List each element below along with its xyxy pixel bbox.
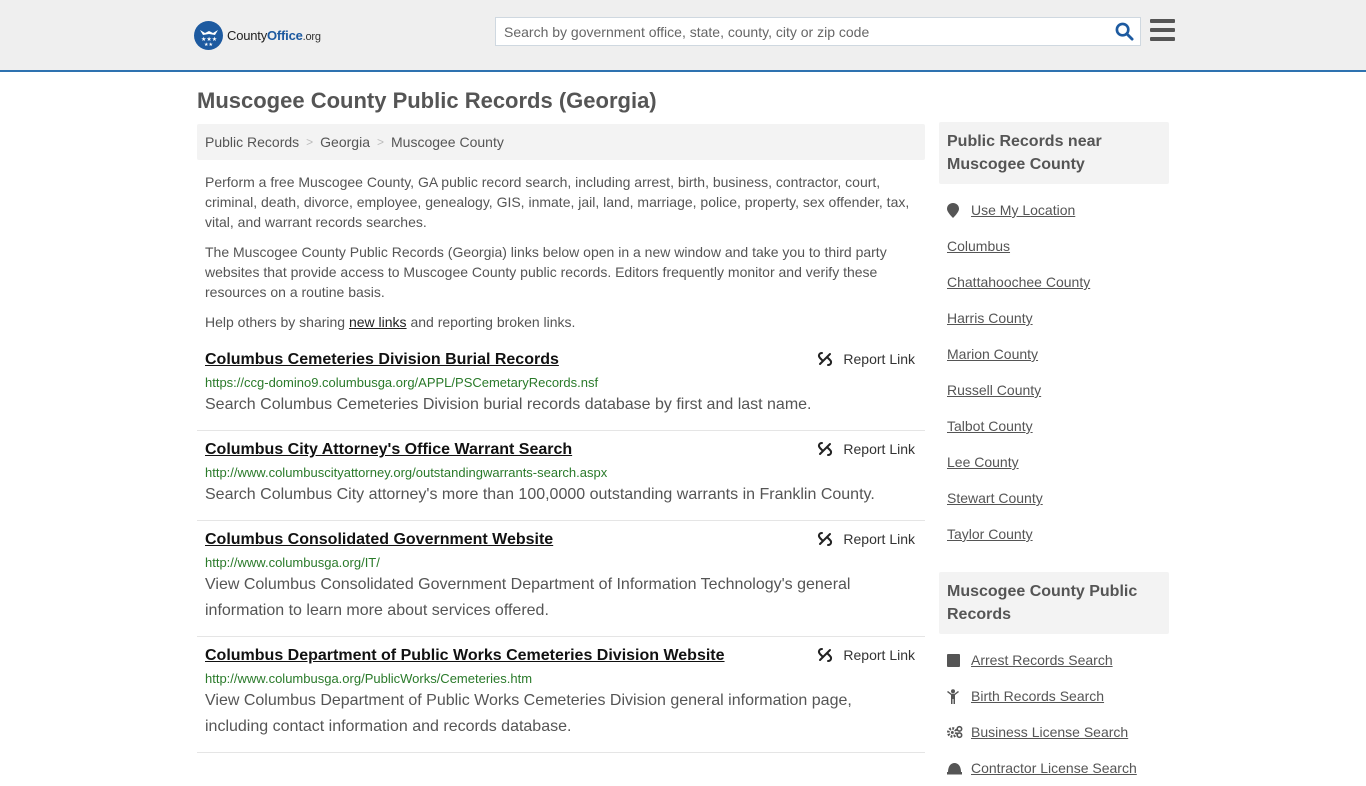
nearby-link-stewart-county[interactable]: Stewart County [947,490,1043,506]
breadcrumb-muscogee-county[interactable]: Muscogee County [391,134,504,150]
hard-hat-icon [947,761,963,775]
child-icon [947,688,963,704]
result-title-link[interactable]: Columbus Cemeteries Division Burial Reco… [205,350,559,370]
result-item: Columbus Department of Public Works Ceme… [197,646,925,753]
county-records-heading: Muscogee County Public Records [939,572,1169,634]
sidebar-item-nearby: Marion County [947,336,1161,372]
menu-bar-icon [1150,28,1175,32]
page-title: Muscogee County Public Records (Georgia) [197,88,657,113]
search-button[interactable] [1108,18,1140,45]
nearby-link-lee-county[interactable]: Lee County [947,454,1019,470]
result-url[interactable]: http://www.columbusga.org/PublicWorks/Ce… [205,670,917,688]
menu-bar-icon [1150,19,1175,23]
county-records-list: Arrest Records Search Birth Records Sear… [939,642,1169,786]
logo-text: CountyOffice.org [227,27,321,43]
sidebar-item-nearby: Talbot County [947,408,1161,444]
report-link-button[interactable]: Report Link [817,441,915,457]
new-links-link[interactable]: new links [349,314,407,330]
result-item: Columbus Cemeteries Division Burial Reco… [197,350,925,431]
sidebar-item-nearby: Russell County [947,372,1161,408]
intro-paragraph-2: The Muscogee County Public Records (Geor… [205,244,887,300]
intro-text: Perform a free Muscogee County, GA publi… [197,172,925,332]
nearby-records-list: Use My Location Columbus Chattahoochee C… [939,192,1169,552]
sidebar-item-nearby: Taylor County [947,516,1161,552]
result-description: Search Columbus City attorney's more tha… [205,486,875,503]
result-description: View Columbus Department of Public Works… [205,692,852,735]
sidebar-item-nearby: Lee County [947,444,1161,480]
sidebar-item-record: Arrest Records Search [947,642,1161,678]
sidebar-item-record: Birth Records Search [947,678,1161,714]
breadcrumb-separator: > [376,135,384,149]
main-content: Public Records > Georgia > Muscogee Coun… [197,124,925,762]
sidebar-item-record: Contractor License Search [947,750,1161,786]
cogs-icon [947,725,963,739]
result-title-link[interactable]: Columbus Consolidated Government Website [205,530,553,550]
broken-link-icon [818,532,833,546]
result-title-link[interactable]: Columbus City Attorney's Office Warrant … [205,440,572,460]
arrest-records-link[interactable]: Arrest Records Search [971,652,1113,668]
map-marker-icon [947,202,963,218]
nearby-link-marion-county[interactable]: Marion County [947,346,1038,362]
nearby-link-taylor-county[interactable]: Taylor County [947,526,1033,542]
search-icon [1115,22,1134,41]
site-header: ★★★ ★★ CountyOffice.org [0,0,1366,72]
report-link-button[interactable]: Report Link [817,647,915,663]
intro-paragraph-1: Perform a free Muscogee County, GA publi… [205,174,910,230]
nearby-link-russell-county[interactable]: Russell County [947,382,1041,398]
result-item: Columbus City Attorney's Office Warrant … [197,440,925,521]
hamburger-menu-button[interactable] [1150,19,1175,41]
result-title-link[interactable]: Columbus Department of Public Works Ceme… [205,646,725,666]
sidebar: Public Records near Muscogee County Use … [939,122,1169,786]
result-description: View Columbus Consolidated Government De… [205,576,851,619]
svg-text:★★: ★★ [204,42,213,46]
sidebar-item-use-location: Use My Location [947,192,1161,228]
nearby-link-harris-county[interactable]: Harris County [947,310,1033,326]
broken-link-icon [818,648,833,662]
birth-records-link[interactable]: Birth Records Search [971,688,1104,704]
search-input[interactable] [496,18,1108,45]
sidebar-item-nearby: Harris County [947,300,1161,336]
sidebar-item-nearby: Chattahoochee County [947,264,1161,300]
use-my-location-link[interactable]: Use My Location [971,202,1075,218]
business-license-link[interactable]: Business License Search [971,724,1128,740]
site-logo[interactable]: ★★★ ★★ CountyOffice.org [194,20,321,50]
menu-bar-icon [1150,37,1175,41]
breadcrumb-separator: > [306,135,314,149]
search-bar [495,17,1141,46]
sidebar-item-record: Business License Search [947,714,1161,750]
breadcrumb-georgia[interactable]: Georgia [320,134,370,150]
nearby-link-columbus[interactable]: Columbus [947,238,1010,254]
eagle-stars-logo-icon: ★★★ ★★ [194,20,223,50]
broken-link-icon [818,442,833,456]
breadcrumb-public-records[interactable]: Public Records [205,134,299,150]
intro-paragraph-3: Help others by sharing new links and rep… [205,314,576,330]
result-url[interactable]: https://ccg-domino9.columbusga.org/APPL/… [205,374,917,392]
report-link-button[interactable]: Report Link [817,531,915,547]
sidebar-item-nearby: Stewart County [947,480,1161,516]
contractor-license-link[interactable]: Contractor License Search [971,760,1137,776]
result-url[interactable]: http://www.columbuscityattorney.org/outs… [205,464,917,482]
result-description: Search Columbus Cemeteries Division buri… [205,396,812,413]
report-link-button[interactable]: Report Link [817,351,915,367]
square-icon [947,653,963,667]
breadcrumb: Public Records > Georgia > Muscogee Coun… [197,124,925,160]
result-url[interactable]: http://www.columbusga.org/IT/ [205,554,917,572]
nearby-records-heading: Public Records near Muscogee County [939,122,1169,184]
nearby-link-talbot-county[interactable]: Talbot County [947,418,1033,434]
nearby-link-chattahoochee-county[interactable]: Chattahoochee County [947,274,1090,290]
sidebar-item-nearby: Columbus [947,228,1161,264]
results-list: Columbus Cemeteries Division Burial Reco… [197,350,925,753]
result-item: Columbus Consolidated Government Website… [197,530,925,637]
broken-link-icon [818,352,833,366]
